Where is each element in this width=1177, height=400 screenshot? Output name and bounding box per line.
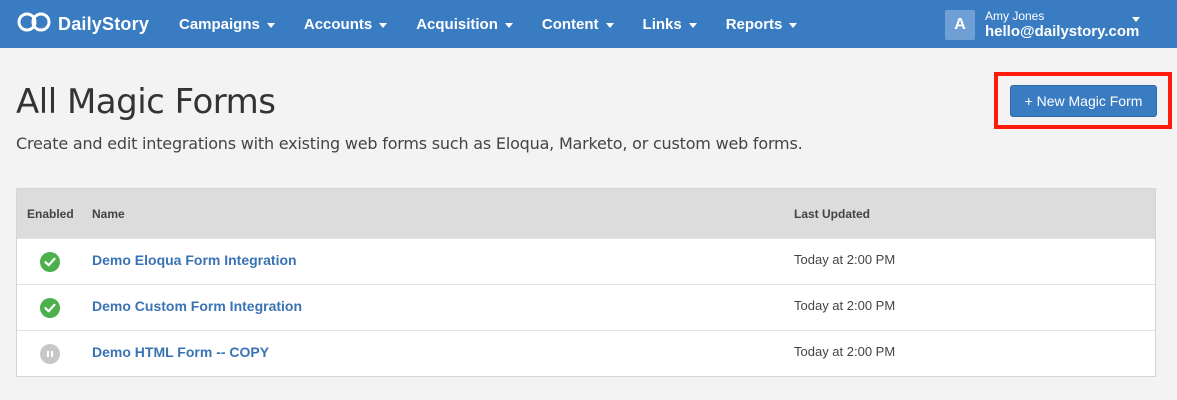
infinity-logo-icon bbox=[16, 11, 52, 38]
form-name-link[interactable]: Demo Custom Form Integration bbox=[92, 298, 302, 314]
row-name-cell: Demo Custom Form Integration bbox=[92, 298, 794, 317]
last-updated-text: Today at 2:00 PM bbox=[794, 297, 896, 313]
header-name[interactable]: Name bbox=[92, 207, 794, 221]
last-updated-text: Today at 2:00 PM bbox=[794, 343, 896, 359]
row-name-cell: Demo HTML Form -- COPY bbox=[92, 344, 794, 363]
top-navbar: DailyStory Campaigns Accounts Acquisitio… bbox=[0, 0, 1177, 48]
chevron-down-icon bbox=[789, 22, 798, 28]
row-updated-cell: Today at 2:00 PM bbox=[794, 343, 1094, 363]
user-menu-chevron-down-icon bbox=[1132, 17, 1140, 22]
nav-accounts-label: Accounts bbox=[303, 15, 373, 33]
header-enabled: Enabled bbox=[27, 206, 74, 221]
table-header: Enabled Name Last Updated bbox=[17, 189, 1155, 238]
nav-campaigns-label: Campaigns bbox=[179, 15, 260, 33]
last-updated-text: Today at 2:00 PM bbox=[794, 251, 896, 267]
table-row: Demo Eloqua Form Integration Today at 2:… bbox=[17, 238, 1155, 284]
new-magic-form-button[interactable]: + New Magic Form bbox=[1010, 85, 1157, 117]
nav-content[interactable]: Content bbox=[542, 16, 614, 33]
check-circle-icon[interactable] bbox=[40, 251, 60, 272]
row-status-cell bbox=[17, 297, 92, 318]
row-status-cell bbox=[17, 251, 92, 272]
avatar: A bbox=[945, 10, 975, 40]
table-row: Demo HTML Form -- COPY Today at 2:00 PM bbox=[17, 330, 1155, 376]
brand-name: DailyStory bbox=[58, 13, 150, 34]
pause-circle-icon[interactable] bbox=[40, 343, 60, 364]
header-last-updated[interactable]: Last Updated bbox=[794, 207, 1094, 221]
chevron-down-icon bbox=[688, 22, 697, 28]
chevron-down-icon bbox=[379, 22, 388, 28]
table-row: Demo Custom Form Integration Today at 2:… bbox=[17, 284, 1155, 330]
nav-reports-label: Reports bbox=[725, 15, 783, 33]
user-email: hello@dailystory.com bbox=[985, 23, 1140, 40]
brand-logo[interactable]: DailyStory bbox=[16, 11, 164, 38]
user-name: Amy Jones bbox=[985, 9, 1045, 23]
row-status-cell bbox=[17, 343, 92, 364]
user-menu[interactable]: A Amy Jones hello@dailystory.com bbox=[945, 9, 1140, 41]
page-description: Create and edit integrations with existi… bbox=[16, 134, 803, 153]
form-name-link[interactable]: Demo HTML Form -- COPY bbox=[92, 344, 269, 360]
chevron-down-icon bbox=[266, 22, 275, 28]
nav-reports[interactable]: Reports bbox=[726, 16, 798, 33]
main-nav: Campaigns Accounts Acquisition Content L… bbox=[179, 16, 826, 33]
row-name-cell: Demo Eloqua Form Integration bbox=[92, 252, 794, 271]
chevron-down-icon bbox=[605, 22, 614, 28]
page-title: All Magic Forms bbox=[16, 82, 276, 122]
row-updated-cell: Today at 2:00 PM bbox=[794, 297, 1094, 317]
form-name-link[interactable]: Demo Eloqua Form Integration bbox=[92, 252, 297, 268]
magic-forms-table: Enabled Name Last Updated Demo Eloqua Fo… bbox=[16, 188, 1156, 377]
nav-campaigns[interactable]: Campaigns bbox=[179, 16, 275, 33]
user-info: Amy Jones hello@dailystory.com bbox=[985, 9, 1139, 41]
nav-links[interactable]: Links bbox=[643, 16, 697, 33]
nav-accounts[interactable]: Accounts bbox=[303, 15, 388, 33]
nav-acquisition[interactable]: Acquisition bbox=[416, 16, 513, 33]
chevron-down-icon bbox=[504, 22, 513, 28]
nav-links-label: Links bbox=[642, 15, 682, 33]
row-updated-cell: Today at 2:00 PM bbox=[794, 251, 1094, 271]
nav-content-label: Content bbox=[541, 15, 599, 33]
nav-acquisition-label: Acquisition bbox=[416, 15, 498, 33]
check-circle-icon[interactable] bbox=[40, 297, 60, 318]
